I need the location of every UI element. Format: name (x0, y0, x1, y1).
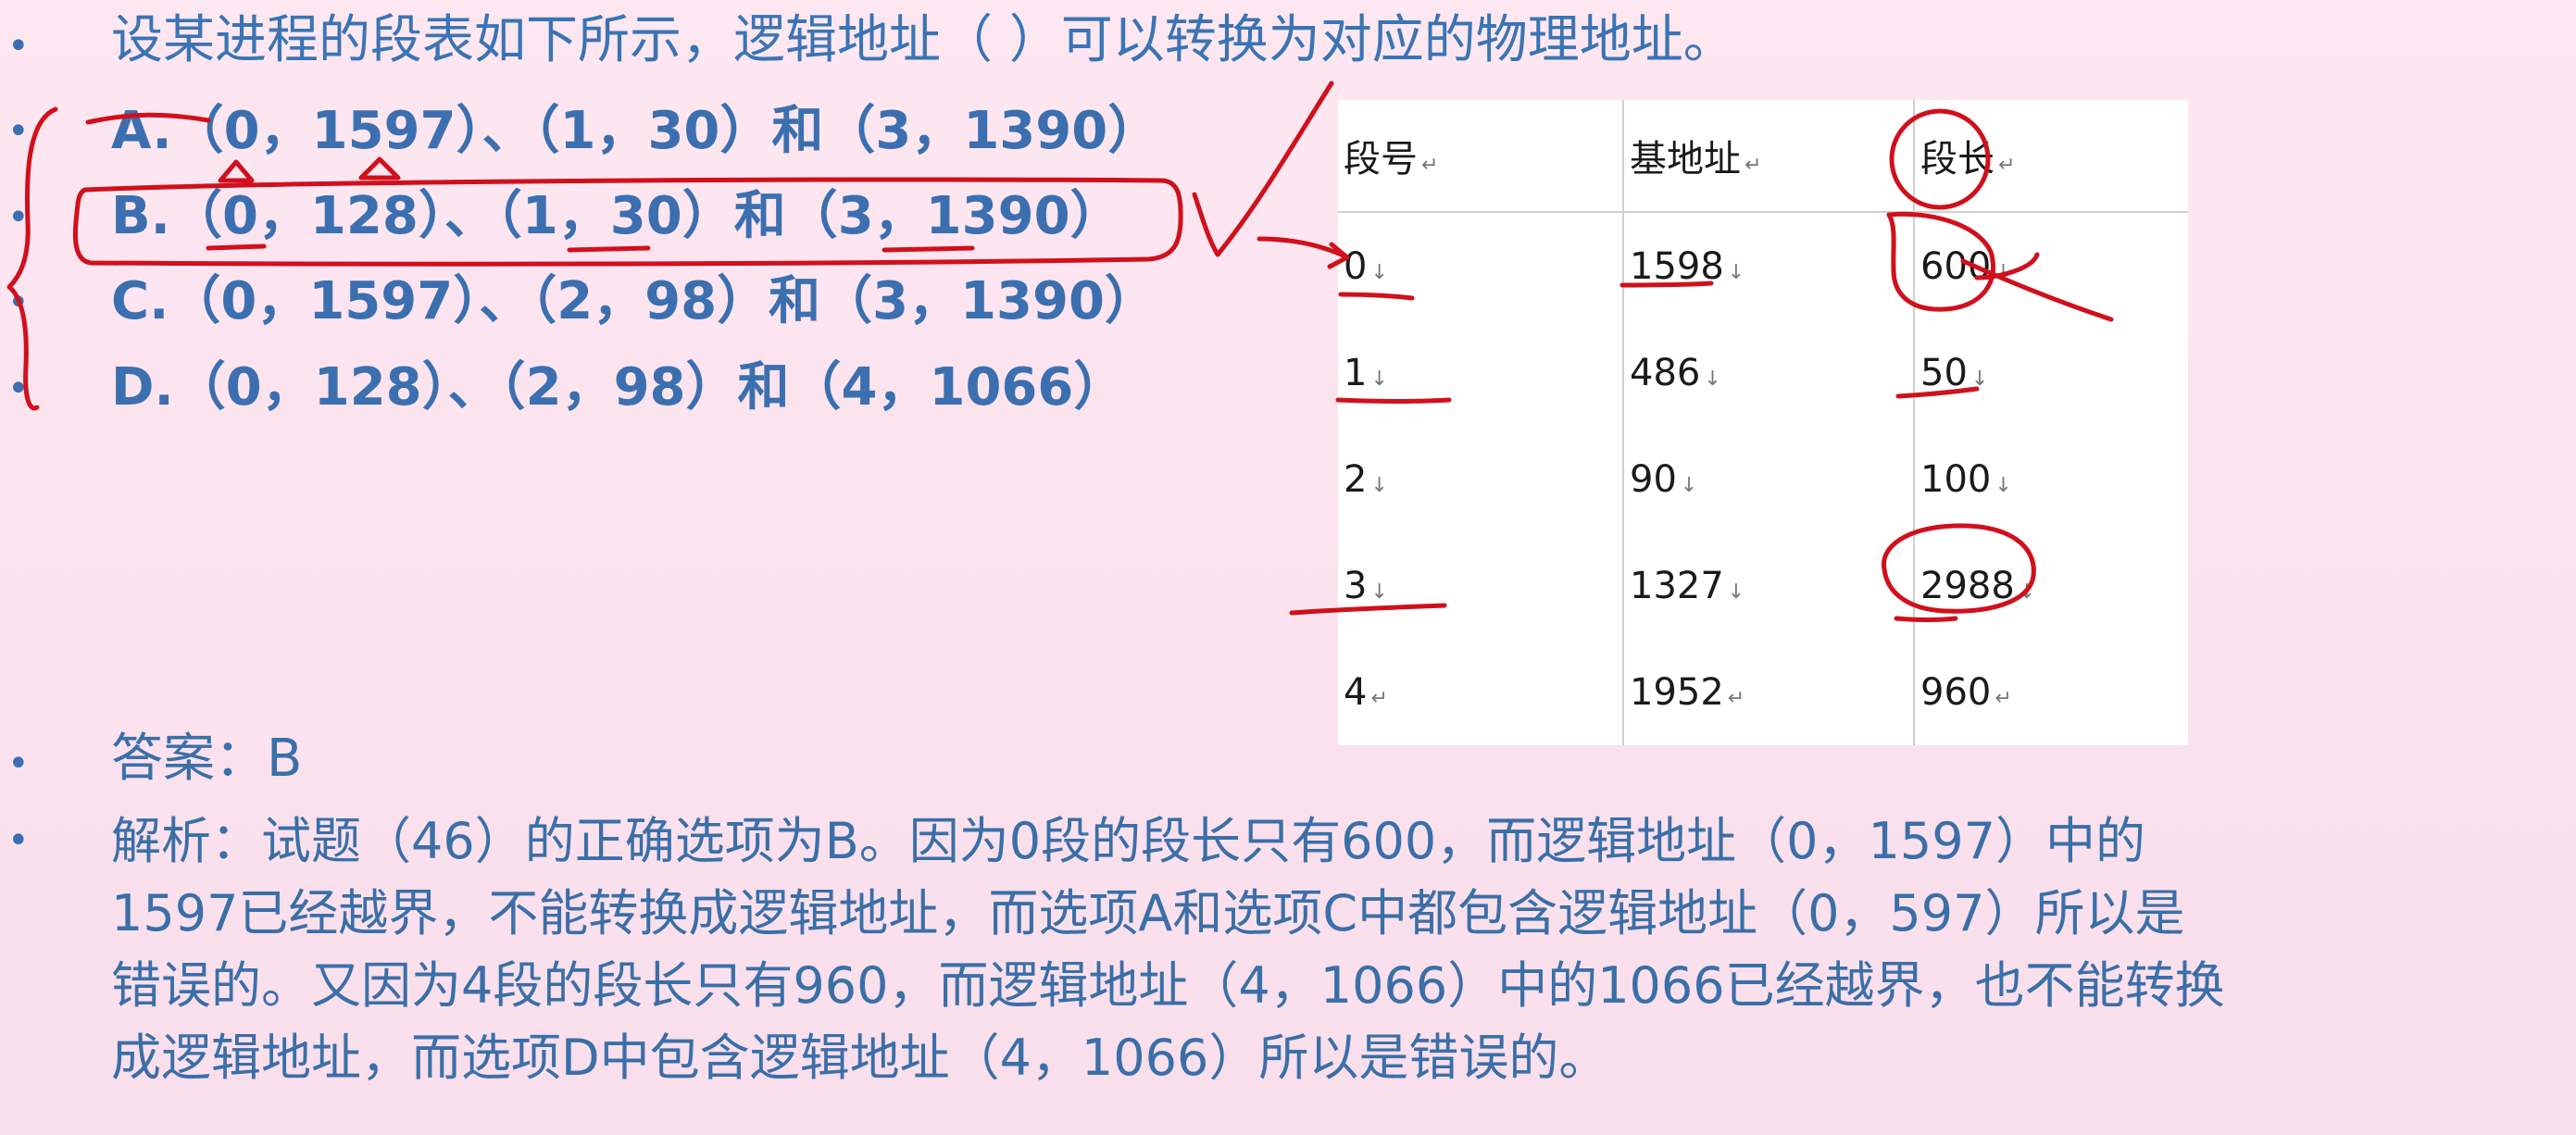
option-c[interactable]: C.（0，1597）、（2，98）和（3，1390） (111, 270, 1157, 332)
bullet: • (7, 25, 30, 68)
header-segment-length: 段长 ↵ (1914, 100, 2188, 213)
cell-base-address: 1327 ↓ (1623, 532, 1915, 639)
cell-segment-length: 50 ↓ (1920, 351, 1989, 394)
bullet: • (7, 819, 30, 862)
cell-segment-length: 960 ↵ (1920, 670, 2012, 714)
cell-segment-number: 0 ↓ (1338, 212, 1624, 319)
underline-mark (567, 245, 651, 253)
table-row: 2 ↓ 90 ↓ 100 ↓ (1338, 426, 2188, 532)
cell-segment-length: 2988 ↓ (1920, 564, 2036, 607)
bullet: • (7, 196, 30, 239)
analysis-line-3: 错误的。又因为4段的段长只有960，而逻辑地址（4，1066）中的1066已经越… (111, 956, 2225, 1015)
segment-table: 段号 ↵ 基地址 ↵ 段长 ↵ 0 ↓ 1598 ↓ 600 ↓ 1 ↓ 486 ↓ 50 ↓ 2… (1338, 100, 2188, 745)
cell-segment-number: 4 ↵ (1338, 639, 1624, 745)
header-segment-number: 段号 ↵ (1338, 100, 1624, 213)
bullet: • (7, 742, 30, 785)
arrow-mark (1257, 236, 1350, 260)
brace-mark (6, 106, 58, 411)
table-row: 0 ↓ 1598 ↓ 600 ↓ (1338, 212, 2188, 319)
table-header-row: 段号 ↵ 基地址 ↵ 段长 ↵ (1338, 100, 2188, 213)
analysis-line-4: 成逻辑地址，而选项D中包含逻辑地址（4，1066）所以是错误的。 (111, 1029, 1609, 1087)
bullet: • (7, 281, 30, 324)
header-base-address: 基地址 ↵ (1623, 100, 1915, 213)
cell-segment-length: 100 ↓ (1920, 457, 2012, 501)
table-row: 4 ↵ 1952 ↵ 960 ↵ (1338, 639, 2188, 745)
cell-base-address: 1952 ↵ (1623, 639, 1915, 745)
option-a[interactable]: A.（0，1597）、（1，30）和（3，1390） (111, 100, 1159, 162)
analysis-line-1: 解析：试题（46）的正确选项为B。因为0段的段长只有600，而逻辑地址（0，15… (111, 812, 2145, 870)
cell-base-address: 486 ↓ (1623, 319, 1915, 426)
table-row: 3 ↓ 1327 ↓ 2988 ↓ (1338, 532, 2188, 639)
caret-mark (218, 159, 255, 183)
cell-segment-length: 600 ↓ (1920, 244, 2012, 288)
cell-base-address: 90 ↓ (1623, 426, 1915, 532)
analysis-line-2: 1597已经越界，不能转换成逻辑地址，而选项A和选项C中都包含逻辑地址（0，59… (111, 884, 2185, 942)
bullet: • (7, 110, 30, 153)
option-d[interactable]: D.（0，128）、（2，98）和（4，1066） (111, 356, 1125, 418)
analysis-text: 解析：试题（46）的正确选项为B。因为0段的段长只有600，而逻辑地址（0，15… (111, 805, 2556, 1094)
slide: • 设某进程的段表如下所示，逻辑地址（ ）可以转换为对应的物理地址。 • A.（… (0, 0, 2576, 1135)
cell-segment-number: 1 ↓ (1338, 319, 1624, 426)
question-text: 设某进程的段表如下所示，逻辑地址（ ）可以转换为对应的物理地址。 (111, 10, 1735, 70)
cell-segment-number: 3 ↓ (1338, 532, 1624, 639)
bullet: • (7, 368, 30, 410)
check-mark (1192, 81, 1334, 257)
option-b[interactable]: B.（0，128）、（1，30）和（3，1390） (111, 185, 1122, 247)
answer-text: 答案：B (111, 729, 303, 789)
cell-base-address: 1598 ↓ (1623, 212, 1915, 319)
table-row: 1 ↓ 486 ↓ 50 ↓ (1338, 319, 2188, 426)
cell-segment-number: 2 ↓ (1338, 426, 1624, 532)
underline-mark (882, 245, 975, 253)
